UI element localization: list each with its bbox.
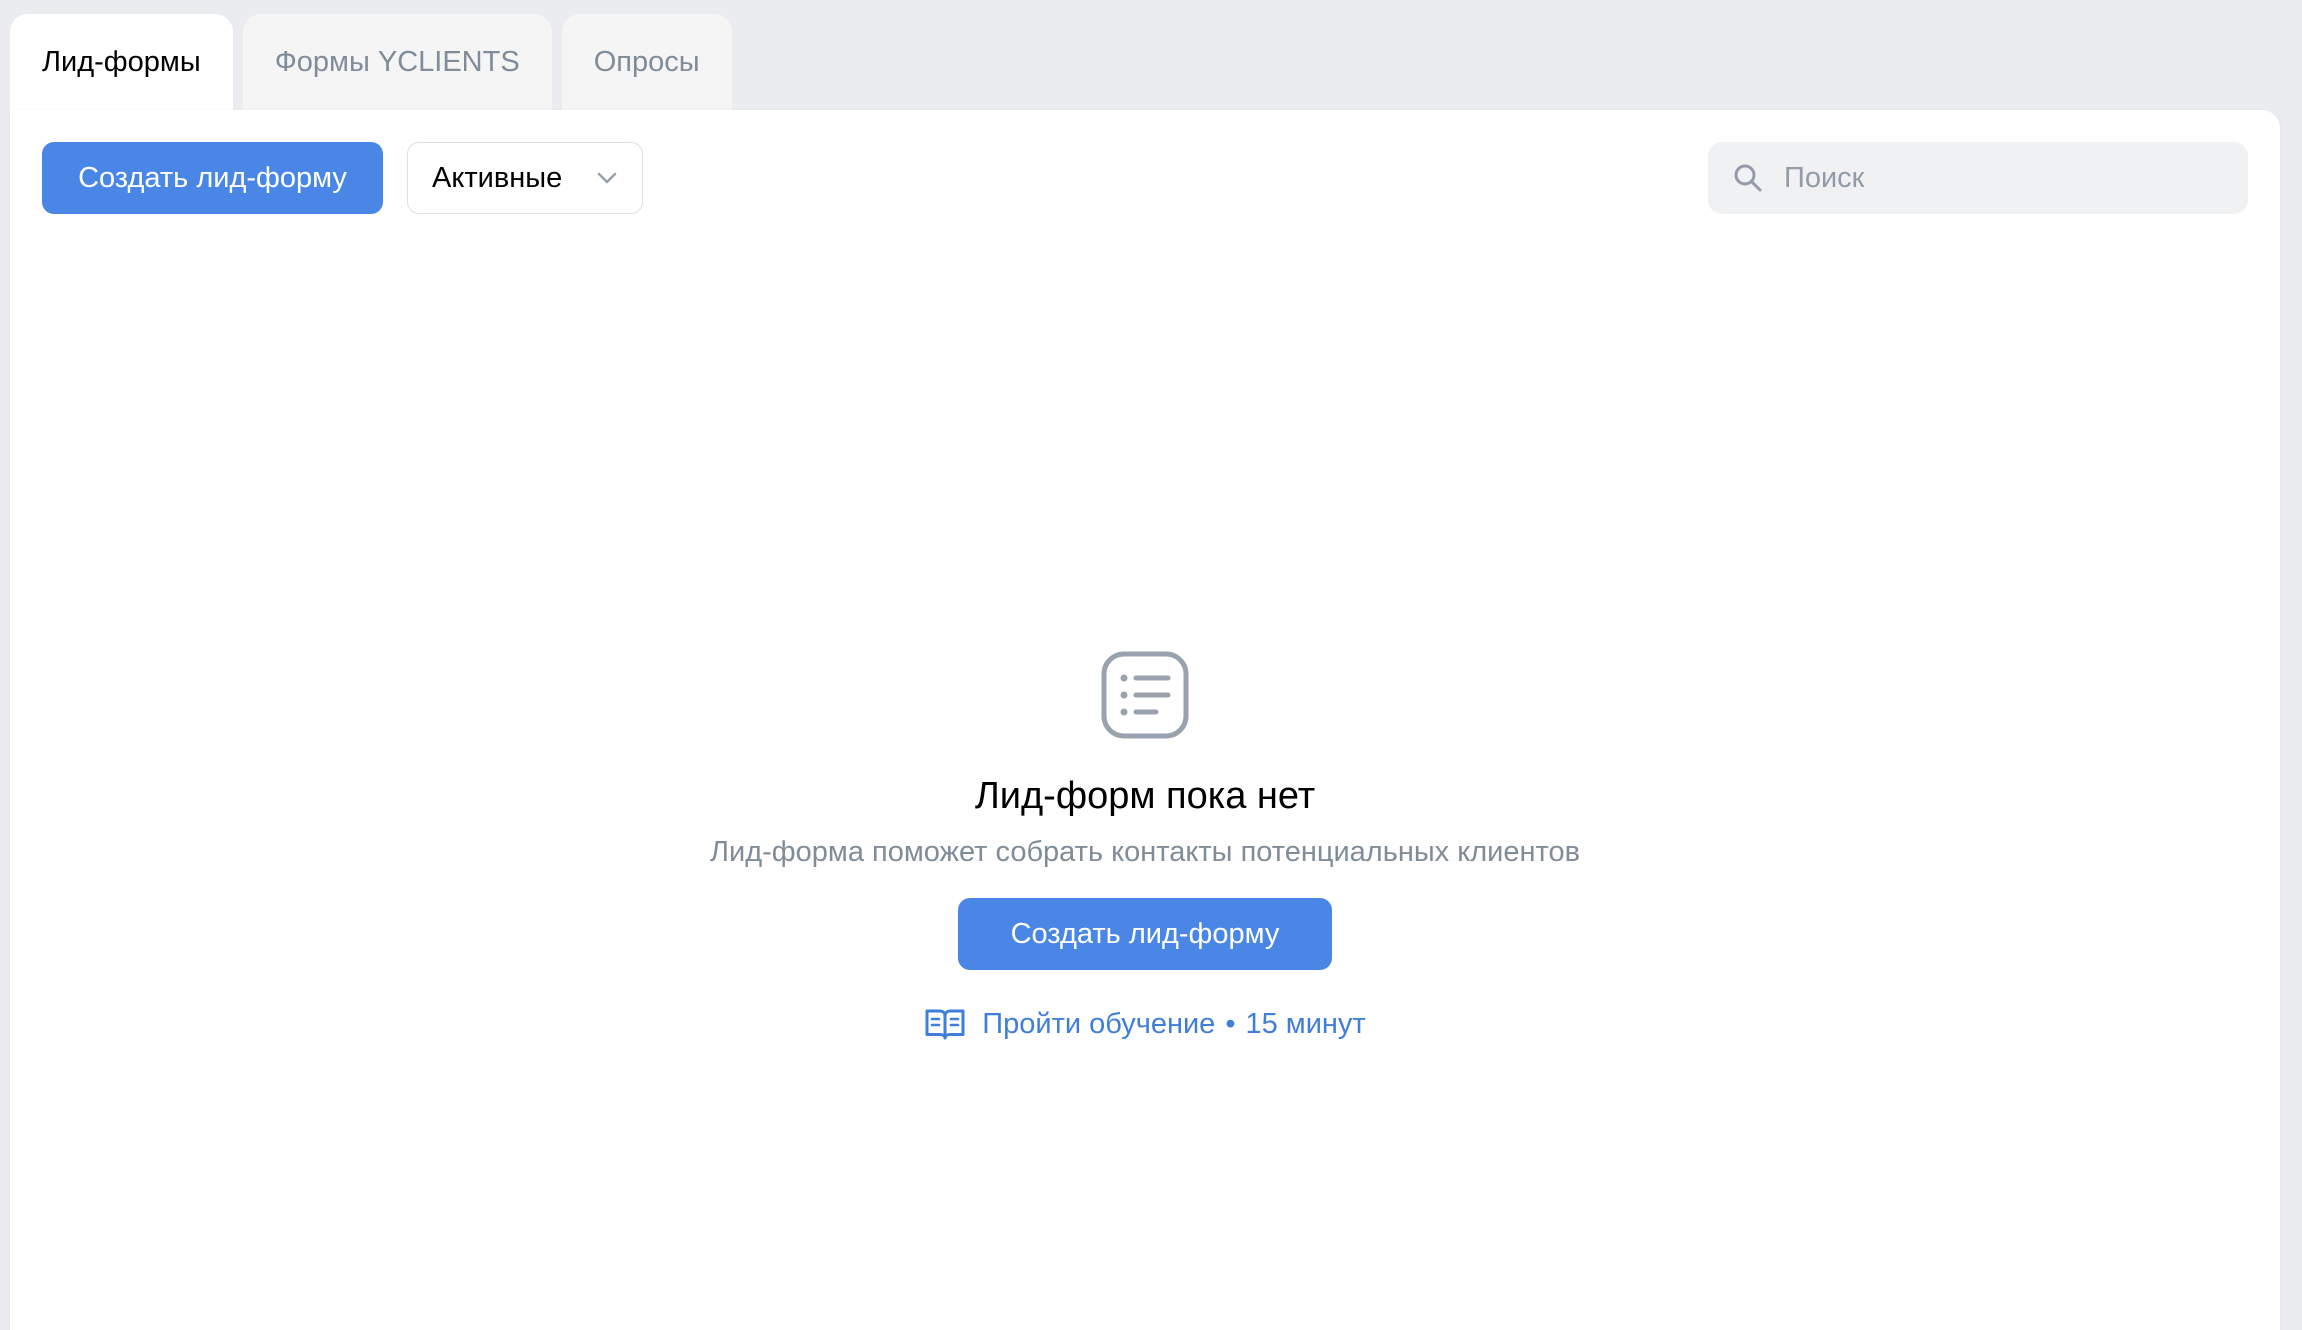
tab-surveys[interactable]: Опросы: [561, 14, 732, 110]
status-filter-select[interactable]: Активные: [407, 142, 643, 214]
empty-create-lead-form-button[interactable]: Создать лид-форму: [958, 898, 1332, 970]
empty-subtitle: Лид-форма поможет собрать контакты потен…: [709, 836, 1581, 868]
status-filter-value: Активные: [432, 161, 563, 194]
search-box[interactable]: [1708, 142, 2248, 214]
tab-yclients-forms[interactable]: Формы YCLIENTS: [242, 14, 552, 110]
tab-bar: Лид-формы Формы YCLIENTS Опросы: [10, 14, 732, 110]
list-icon: [1100, 650, 1190, 740]
training-separator: •: [1225, 1007, 1236, 1040]
chevron-down-icon: [594, 165, 620, 191]
tab-lead-forms[interactable]: Лид-формы: [10, 14, 233, 110]
create-lead-form-button[interactable]: Создать лид-форму: [42, 142, 383, 214]
training-link-label: Пройти обучение: [982, 1007, 1216, 1040]
empty-title: Лид-форм пока нет: [974, 775, 1316, 817]
training-link[interactable]: Пройти обучение • 15 минут: [924, 1006, 1366, 1042]
empty-state: Лид-форм пока нет Лид-форма поможет собр…: [10, 650, 2280, 1042]
main-panel: Создать лид-форму Активные Поиск Лид-фор…: [10, 110, 2280, 1330]
training-duration: 15 минут: [1245, 1007, 1366, 1040]
search-icon: [1732, 162, 1764, 194]
search-input[interactable]: [1782, 160, 2224, 196]
book-icon: [924, 1006, 966, 1042]
